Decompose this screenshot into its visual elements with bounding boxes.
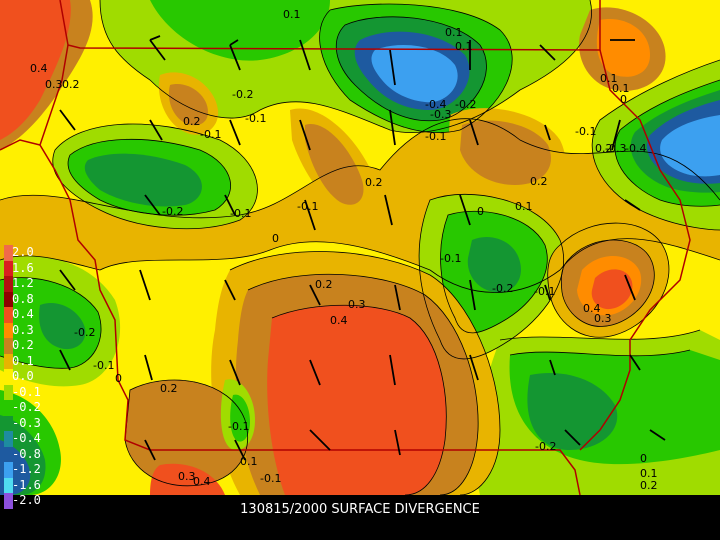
contour-label: 0 <box>640 452 647 465</box>
contour-label: -0.2 <box>455 98 476 111</box>
contour-label: 0.1 <box>455 40 473 53</box>
legend-label: 0.0 <box>12 369 34 383</box>
contour-label: 0.1 <box>240 455 258 468</box>
legend-row: 0.2 <box>2 338 62 354</box>
legend-label: 0.8 <box>12 291 34 306</box>
contour-label: -0.1 <box>260 472 281 485</box>
legend-row: 1.2 <box>2 276 62 292</box>
contour-label: 0.2 <box>160 382 178 395</box>
contour-label: -0.2 <box>492 282 513 295</box>
legend-row: 0.3 <box>2 322 62 338</box>
contour-label: 0.2 <box>365 176 383 189</box>
map-canvas: 0.4 0.3 0.2 0.1 0.1 0.1 -0.2 -0.1 0.2 -0… <box>0 0 720 496</box>
legend-label: 0.1 <box>12 353 34 368</box>
contour-label: -0.4 <box>625 142 646 155</box>
map-caption: 130815/2000 SURFACE DIVERGENCE <box>240 502 480 517</box>
contour-label: -0.1 <box>245 112 266 125</box>
contour-label: 0.2 <box>183 115 201 128</box>
legend-label: -0.1 <box>12 384 41 399</box>
contour-label: -0.2 <box>162 205 183 218</box>
contour-label: 0.4 <box>330 314 348 327</box>
contour-label: -0.2 <box>535 440 556 453</box>
contour-label: -0.3 <box>430 108 451 121</box>
contour-label: 0.3 <box>594 312 612 325</box>
legend-row: 2.0 <box>2 245 62 261</box>
legend-row: -0.4 <box>2 431 62 447</box>
legend-label: -0.3 <box>12 415 41 430</box>
legend-row: -0.8 <box>2 446 62 462</box>
legend-label: 1.6 <box>12 260 34 275</box>
contour-label: 0 <box>115 372 122 385</box>
legend-row: -1.6 <box>2 477 62 493</box>
legend-label: -1.6 <box>12 477 41 492</box>
contour-label: -0.1 <box>93 359 114 372</box>
legend-row: -0.2 <box>2 400 62 416</box>
contour-label: -0.1 <box>534 285 555 298</box>
color-legend: 2.0 1.6 1.2 0.8 0.4 0.3 0.2 0.1 0.0 -0.1 -0.2 -0.3-… <box>2 245 62 509</box>
contour-label: -0.1 <box>440 252 461 265</box>
legend-row: 1.6 <box>2 260 62 276</box>
contour-label: -0.3 <box>605 142 626 155</box>
legend-label: 1.2 <box>12 276 34 290</box>
legend-label: -0.2 <box>12 400 41 414</box>
contour-label: 0.2 <box>315 278 333 291</box>
legend-row: 0.4 <box>2 307 62 323</box>
legend-label: -0.8 <box>12 446 41 461</box>
contour-label: 0.4 <box>193 475 211 488</box>
contour-label: 0.3 <box>348 298 366 311</box>
contour-label: -0.2 <box>232 88 253 101</box>
contour-label: -0.1 <box>228 420 249 433</box>
contour-label: 0.2 <box>530 175 548 188</box>
band-region <box>267 305 447 495</box>
contour-label: 0.1 <box>445 26 463 39</box>
contour-label: 0 <box>477 205 484 218</box>
legend-row: -0.3 <box>2 415 62 431</box>
contour-label: -0.1 <box>575 125 596 138</box>
legend-label: -1.2 <box>12 462 41 476</box>
contour-label: -0.1 <box>297 200 318 213</box>
contour-label: 0.4 <box>30 62 48 75</box>
contour-label: 0.1 <box>283 8 301 21</box>
contour-label: 0.1 <box>600 72 618 85</box>
legend-row: 0.0 <box>2 369 62 385</box>
legend-row: -1.2 <box>2 462 62 478</box>
contour-label: 0.1 <box>515 200 533 213</box>
divergence-map: 0.4 0.3 0.2 0.1 0.1 0.1 -0.2 -0.1 0.2 -0… <box>0 0 720 496</box>
contour-label: 0 <box>272 232 279 245</box>
legend-label: 0.3 <box>12 322 34 337</box>
contour-label: 0.3 <box>45 78 63 91</box>
contour-label: -0.1 <box>200 128 221 141</box>
contour-label: -0.1 <box>425 130 446 143</box>
legend-row: 0.8 <box>2 291 62 307</box>
contour-label: 0 <box>620 93 627 106</box>
legend-label: 2.0 <box>12 245 34 259</box>
legend-label: -0.4 <box>12 431 41 445</box>
contour-label: 0.2 <box>62 78 80 91</box>
contour-label: 0.2 <box>640 479 658 492</box>
contour-label: -0.2 <box>74 326 95 339</box>
legend-row: 0.1 <box>2 353 62 369</box>
legend-label: 0.4 <box>12 307 34 321</box>
contour-label: -0.1 <box>230 207 251 220</box>
legend-label: 0.2 <box>12 338 34 352</box>
legend-row: -0.1 <box>2 384 62 400</box>
